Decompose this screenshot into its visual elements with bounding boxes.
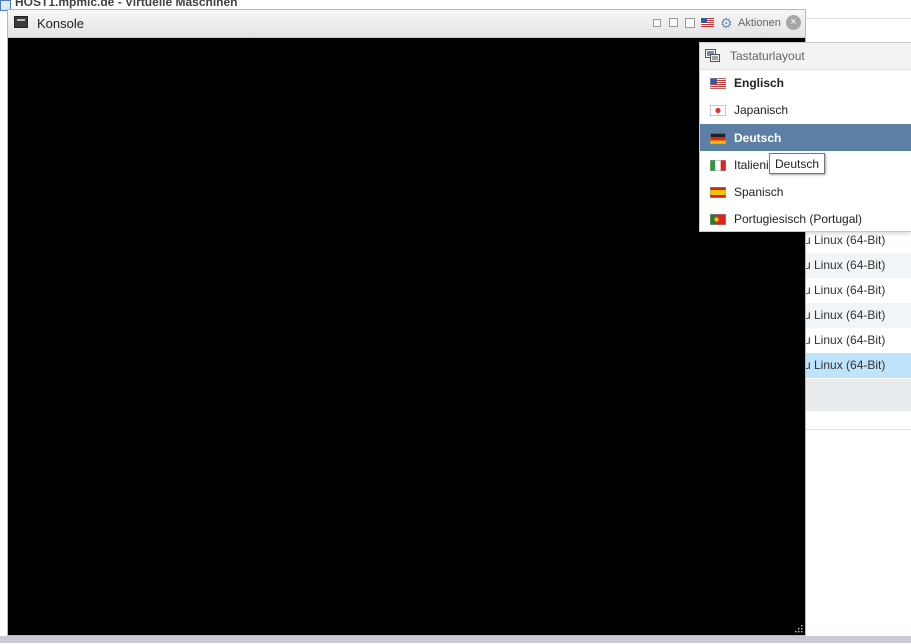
vm-os-label: u Linux (64-Bit) [806,258,886,272]
keyboard-layout-item-pt[interactable]: Portugiesisch (Portugal) [700,205,911,232]
console-window[interactable]: Konsole ⚙ Aktionen × [7,9,806,636]
background-window-title: HOST1.mpmic.de - Virtuelle Maschinen [15,0,238,9]
window-medium-icon[interactable] [669,18,678,27]
us-flag-icon [710,78,726,89]
keyboard-layout-item-de[interactable]: Deutsch [700,124,911,151]
pt-flag-icon [710,214,726,225]
es-flag-icon [710,187,726,198]
vm-os-label: u Linux (64-Bit) [806,333,886,347]
vm-list-row[interactable]: u Linux (64-Bit) [806,353,911,378]
window-small-icon[interactable] [653,19,661,27]
window-large-icon[interactable] [685,18,695,28]
vm-list-row[interactable]: u Linux (64-Bit) [806,278,911,303]
vm-list-row[interactable]: u Linux (64-Bit) [806,253,911,278]
console-title: Konsole [37,16,84,31]
console-titlebar[interactable]: Konsole ⚙ Aktionen × [8,10,805,38]
keyboard-layout-item-label: Japanisch [734,103,789,117]
keyboard-layout-header: Tastaturlayout [700,43,911,70]
vm-os-label: u Linux (64-Bit) [806,283,886,297]
us-flag-icon[interactable] [701,18,714,27]
console-icon [14,16,28,28]
vm-os-label: u Linux (64-Bit) [806,233,886,247]
tooltip: Deutsch [769,153,826,174]
it-flag-icon [710,160,726,171]
divider [806,429,911,430]
jp-flag-icon [710,105,726,116]
keyboard-layout-item-label: Spanisch [734,185,784,199]
vm-os-label: u Linux (64-Bit) [806,308,886,322]
vm-list-row[interactable]: u Linux (64-Bit) [806,328,911,353]
keyboard-layout-item-es[interactable]: Spanisch [700,178,911,205]
vm-os-label: u Linux (64-Bit) [806,358,886,372]
keyboard-layout-item-label: Portugiesisch (Portugal) [734,212,863,226]
keyboard-layout-title: Tastaturlayout [730,49,805,63]
resize-grip-icon[interactable] [794,624,803,633]
keyboard-layout-icon [705,49,720,62]
actions-menu[interactable]: Aktionen [738,17,781,29]
de-flag-icon [710,133,726,144]
bottom-bar [0,636,911,643]
console-screen[interactable] [8,38,805,635]
keyboard-layout-item-us[interactable]: Englisch [700,69,911,96]
keyboard-layout-menu[interactable]: Tastaturlayout Englisch Japanisch Deutsch I… [699,42,911,232]
vm-list-footer [806,379,911,411]
keyboard-layout-item-label: Deutsch [734,131,782,145]
close-icon[interactable]: × [786,15,801,30]
keyboard-layout-item-jp[interactable]: Japanisch [700,96,911,123]
vm-list-row[interactable]: u Linux (64-Bit) [806,303,911,328]
gear-icon[interactable]: ⚙ [720,16,734,30]
keyboard-layout-item-label: Englisch [734,76,785,90]
